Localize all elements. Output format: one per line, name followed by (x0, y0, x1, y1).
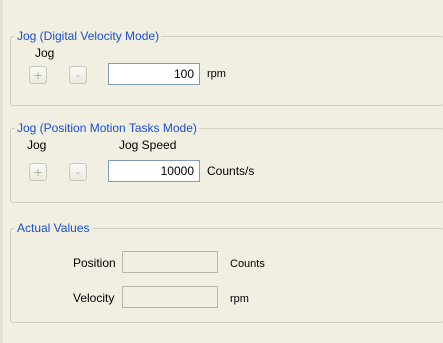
actual-values-title: Actual Values (15, 221, 92, 235)
velocity-unit: rpm (230, 293, 249, 305)
velocity-value-field (122, 286, 218, 308)
actual-values-group: Actual Values Position Counts Velocity r… (10, 221, 443, 323)
jog-position-group: Jog (Position Motion Tasks Mode) Jog Jog… (10, 121, 443, 203)
jog-velocity-group: Jog (Digital Velocity Mode) Jog + - 100 … (10, 29, 443, 106)
jog-label: Jog (35, 46, 55, 60)
window-edge (0, 0, 3, 343)
jog-speed-input[interactable]: 10000 (108, 160, 200, 182)
jog-plus-button[interactable]: + (29, 163, 47, 181)
position-unit: Counts (230, 258, 265, 270)
velocity-label: Velocity (73, 291, 115, 305)
jog-speed-unit: Counts/s (207, 164, 255, 178)
jog-minus-button[interactable]: - (69, 66, 87, 84)
jog-label: Jog (27, 138, 47, 152)
jog-minus-button[interactable]: - (69, 163, 87, 181)
position-value-field (122, 251, 218, 273)
jog-position-title: Jog (Position Motion Tasks Mode) (15, 121, 199, 135)
jog-velocity-unit: rpm (207, 68, 226, 80)
jog-plus-button[interactable]: + (29, 66, 47, 84)
jog-velocity-title: Jog (Digital Velocity Mode) (15, 29, 162, 43)
position-label: Position (73, 256, 116, 270)
jog-velocity-input[interactable]: 100 (108, 63, 200, 85)
jog-speed-label: Jog Speed (119, 138, 177, 152)
